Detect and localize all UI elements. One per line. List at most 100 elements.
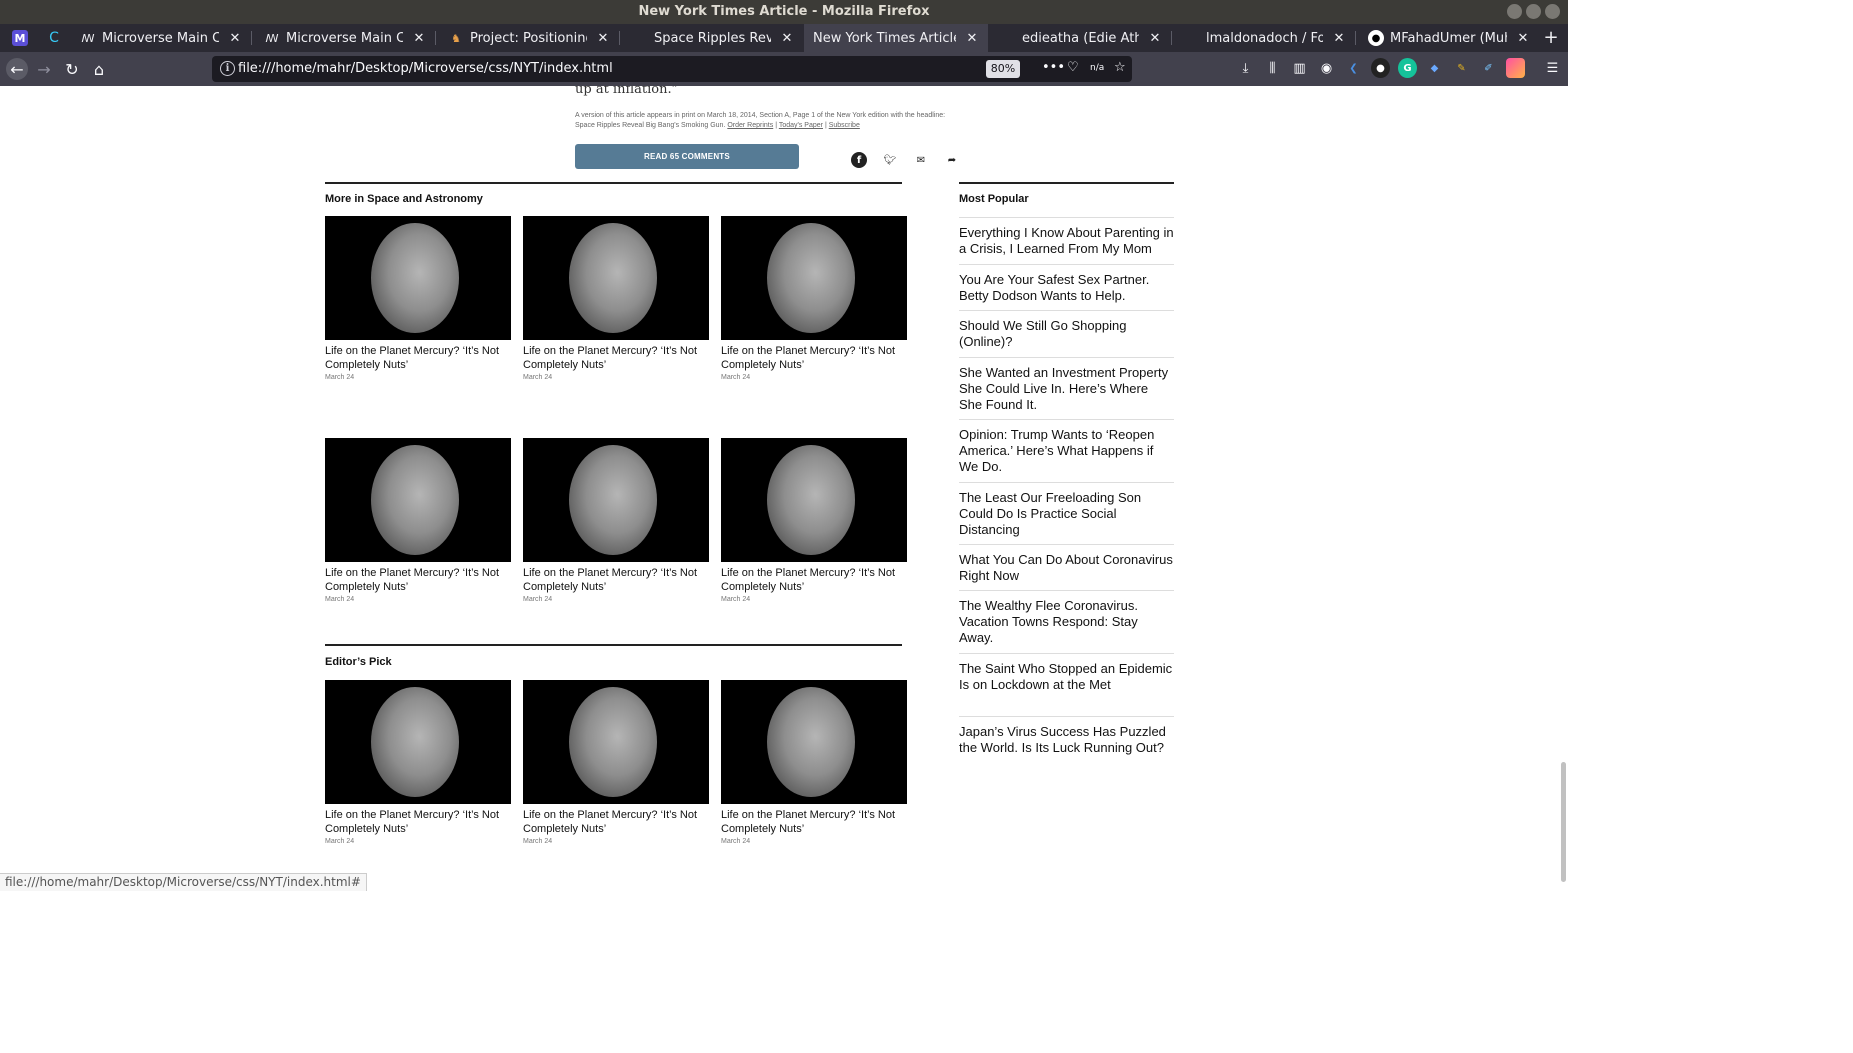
extension-color-icon[interactable]: [1506, 58, 1525, 78]
page-icon: [1000, 30, 1016, 46]
story-title[interactable]: Life on the Planet Mercury? ‘It’s Not Co…: [523, 566, 709, 594]
story-title[interactable]: Life on the Planet Mercury? ‘It’s Not Co…: [721, 808, 907, 836]
read-comments-button[interactable]: READ 65 COMMENTS: [575, 144, 799, 169]
pocket-icon[interactable]: ♡: [1067, 60, 1079, 75]
story-title[interactable]: Life on the Planet Mercury? ‘It’s Not Co…: [523, 344, 709, 372]
story-thumbnail[interactable]: [721, 680, 907, 804]
separator: |: [824, 122, 827, 129]
close-tab-icon[interactable]: ✕: [1331, 31, 1347, 46]
story-card[interactable]: Life on the Planet Mercury? ‘It’s Not Co…: [721, 438, 907, 603]
toolbar-right-icons: ⤓ ⫼ ▥ ◉ ❮ ● G ◆ ✎ ✐ ☰: [1236, 58, 1562, 78]
forward-arrow-icon[interactable]: →: [33, 58, 55, 80]
popular-item[interactable]: What You Can Do About Coronavirus Right …: [959, 544, 1174, 584]
story-title[interactable]: Life on the Planet Mercury? ‘It’s Not Co…: [523, 808, 709, 836]
popular-item[interactable]: You Are Your Safest Sex Partner. Betty D…: [959, 264, 1174, 304]
email-icon[interactable]: ✉: [913, 152, 929, 168]
story-card[interactable]: Life on the Planet Mercury? ‘It’s Not Co…: [325, 438, 511, 603]
popular-item[interactable]: Opinion: Trump Wants to ‘Reopen America.…: [959, 419, 1174, 475]
tab-space-ripples[interactable]: Space Ripples Reveal Bi ✕: [620, 24, 803, 52]
most-popular-heading: Most Popular: [959, 193, 1029, 205]
url-text[interactable]: file:///home/mahr/Desktop/Microverse/css…: [238, 61, 613, 76]
extension-dark-icon[interactable]: ●: [1371, 58, 1390, 78]
popular-item[interactable]: The Saint Who Stopped an Epidemic Is on …: [959, 653, 1174, 693]
popular-item[interactable]: The Wealthy Flee Coronavirus. Vacation T…: [959, 590, 1174, 646]
story-card[interactable]: Life on the Planet Mercury? ‘It’s Not Co…: [325, 680, 511, 845]
story-thumbnail[interactable]: [721, 216, 907, 340]
extension-arrow-icon[interactable]: ❮: [1344, 58, 1363, 78]
close-tab-icon[interactable]: ✕: [595, 31, 611, 46]
story-thumbnail[interactable]: [523, 438, 709, 562]
tab-nyt-article[interactable]: New York Times Article ✕: [804, 24, 988, 52]
facebook-icon[interactable]: f: [851, 152, 867, 168]
page-scrollbar[interactable]: [1561, 762, 1566, 882]
order-reprints-link[interactable]: Order Reprints: [727, 122, 773, 129]
back-arrow-icon[interactable]: ←: [6, 58, 28, 80]
tab-microverse-1[interactable]: ꟿ Microverse Main Curricu ✕: [68, 24, 251, 52]
extension-pen-icon[interactable]: ✐: [1479, 58, 1498, 78]
info-icon[interactable]: i: [220, 61, 235, 76]
popular-item[interactable]: She Wanted an Investment Property She Co…: [959, 357, 1174, 413]
tab-mfahadumer[interactable]: ● MFahadUmer (Muhamm ✕: [1356, 24, 1539, 52]
story-card[interactable]: Life on the Planet Mercury? ‘It’s Not Co…: [721, 216, 907, 381]
story-card[interactable]: Life on the Planet Mercury? ‘It’s Not Co…: [523, 680, 709, 845]
subscribe-link[interactable]: Subscribe: [829, 122, 860, 129]
share-arrow-icon[interactable]: ➦: [944, 152, 960, 168]
maximize-icon[interactable]: [1526, 4, 1541, 19]
close-window-icon[interactable]: [1545, 4, 1560, 19]
popular-item[interactable]: Should We Still Go Shopping (Online)?: [959, 310, 1174, 350]
story-thumbnail[interactable]: [523, 216, 709, 340]
story-card[interactable]: Life on the Planet Mercury? ‘It’s Not Co…: [523, 216, 709, 381]
story-thumbnail[interactable]: [325, 216, 511, 340]
tab-microverse-2[interactable]: ꟿ Microverse Main Curricu ✕: [252, 24, 435, 52]
story-title[interactable]: Life on the Planet Mercury? ‘It’s Not Co…: [721, 566, 907, 594]
address-bar[interactable]: i file:///home/mahr/Desktop/Microverse/c…: [212, 56, 1132, 82]
story-thumbnail[interactable]: [523, 680, 709, 804]
popular-item[interactable]: The Least Our Freeloading Son Could Do I…: [959, 482, 1174, 538]
story-thumbnail[interactable]: [325, 438, 511, 562]
story-card[interactable]: Life on the Planet Mercury? ‘It’s Not Co…: [721, 680, 907, 845]
tab-pinned-microverse[interactable]: M: [0, 24, 34, 52]
tab-edieatha[interactable]: edieatha (Edie Atha) ✕: [988, 24, 1171, 52]
story-title[interactable]: Life on the Planet Mercury? ‘It’s Not Co…: [325, 808, 511, 836]
tab-project-positioning[interactable]: ♞ Project: Positioning and ✕: [436, 24, 619, 52]
page-icon: [1184, 30, 1200, 46]
page-actions-icon[interactable]: •••: [1042, 60, 1065, 75]
todays-paper-link[interactable]: Today's Paper: [779, 122, 823, 129]
close-tab-icon[interactable]: ✕: [1147, 31, 1163, 46]
library-icon[interactable]: ⫼: [1263, 58, 1282, 78]
extension-badge-icon[interactable]: ◆: [1425, 58, 1444, 78]
close-tab-icon[interactable]: ✕: [964, 31, 980, 46]
tab-pinned-loading[interactable]: C: [34, 24, 68, 52]
home-icon[interactable]: ⌂: [88, 58, 110, 80]
popular-item[interactable]: Everything I Know About Parenting in a C…: [959, 217, 1174, 257]
download-icon[interactable]: ⤓: [1236, 58, 1255, 78]
story-date: March 24: [523, 374, 553, 381]
story-thumbnail[interactable]: [325, 680, 511, 804]
bookmark-star-icon[interactable]: ☆: [1114, 60, 1126, 75]
reload-icon[interactable]: ↻: [61, 58, 83, 80]
tab-lmaldonadoch[interactable]: lmaldonadoch / Follower ✕: [1172, 24, 1355, 52]
hamburger-menu-icon[interactable]: ☰: [1543, 58, 1562, 78]
zoom-indicator[interactable]: 80%: [986, 60, 1020, 78]
story-thumbnail[interactable]: [721, 438, 907, 562]
popular-item[interactable]: Japan’s Virus Success Has Puzzled the Wo…: [959, 716, 1174, 756]
story-card[interactable]: Life on the Planet Mercury? ‘It’s Not Co…: [523, 438, 709, 603]
extension-pencil-icon[interactable]: ✎: [1452, 58, 1471, 78]
close-tab-icon[interactable]: ✕: [411, 31, 427, 46]
close-tab-icon[interactable]: ✕: [227, 31, 243, 46]
story-date: March 24: [721, 596, 751, 603]
sidebar-icon[interactable]: ▥: [1290, 58, 1309, 78]
story-title[interactable]: Life on the Planet Mercury? ‘It’s Not Co…: [325, 344, 511, 372]
close-tab-icon[interactable]: ✕: [1515, 31, 1531, 46]
close-tab-icon[interactable]: ✕: [779, 31, 795, 46]
story-title[interactable]: Life on the Planet Mercury? ‘It’s Not Co…: [721, 344, 907, 372]
minimize-icon[interactable]: [1507, 4, 1522, 19]
na-badge[interactable]: n/a: [1090, 63, 1104, 73]
story-card[interactable]: Life on the Planet Mercury? ‘It’s Not Co…: [325, 216, 511, 381]
twitter-icon[interactable]: 🐦︎: [882, 152, 898, 168]
account-icon[interactable]: ◉: [1317, 58, 1336, 78]
microverse-icon: ꟿ: [265, 31, 279, 45]
grammarly-icon[interactable]: G: [1398, 58, 1417, 78]
new-tab-icon[interactable]: +: [1540, 27, 1562, 48]
story-title[interactable]: Life on the Planet Mercury? ‘It’s Not Co…: [325, 566, 511, 594]
